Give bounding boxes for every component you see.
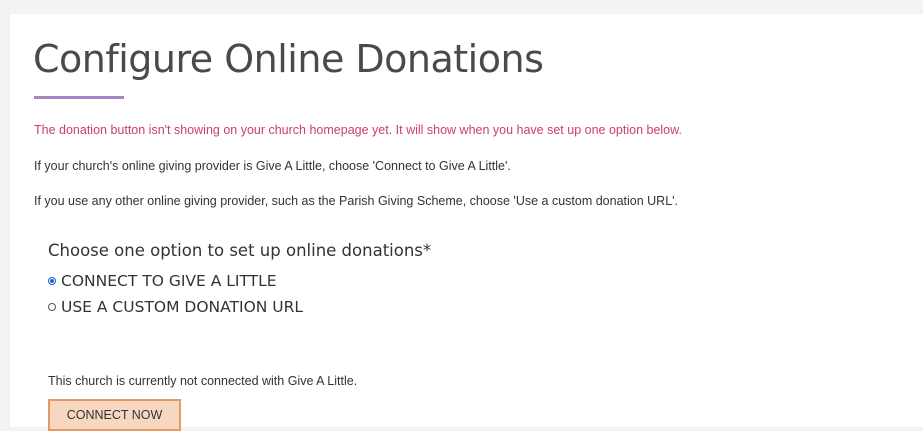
radio-unselected-icon[interactable] (48, 303, 56, 311)
option-label[interactable]: CONNECT TO GIVE A LITTLE (61, 271, 277, 291)
homepage-warning: The donation button isn't showing on you… (34, 123, 682, 137)
donation-option-group: Choose one option to set up online donat… (48, 240, 431, 320)
donation-option-legend: Choose one option to set up online donat… (48, 241, 432, 260)
connect-now-button[interactable]: CONNECT NOW (48, 399, 181, 431)
radio-selected-icon[interactable] (48, 277, 56, 285)
option-label[interactable]: USE A CUSTOM DONATION URL (61, 297, 303, 317)
radio-dot (50, 279, 54, 283)
page-title: Configure Online Donations (33, 37, 544, 81)
option-custom-donation-url[interactable]: USE A CUSTOM DONATION URL (48, 294, 431, 320)
custom-url-info: If you use any other online giving provi… (34, 194, 679, 208)
give-a-little-info: If your church's online giving provider … (34, 159, 511, 173)
connection-status: This church is currently not connected w… (48, 374, 358, 388)
content-panel: Configure Online Donations The donation … (10, 14, 923, 431)
title-underline (34, 96, 124, 99)
option-connect-give-a-little[interactable]: CONNECT TO GIVE A LITTLE (48, 268, 431, 294)
